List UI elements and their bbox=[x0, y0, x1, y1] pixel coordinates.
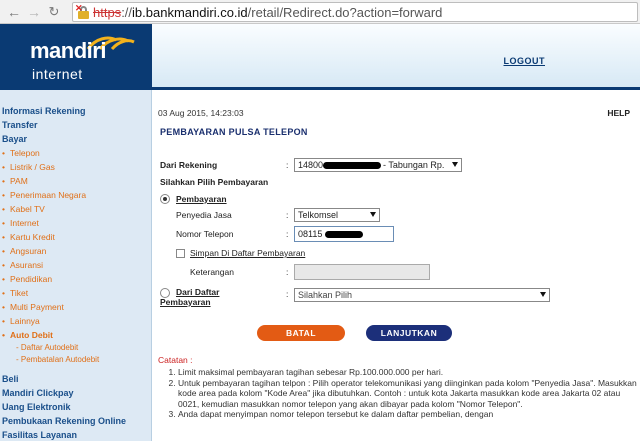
keterangan-input[interactable] bbox=[294, 264, 430, 280]
help-link[interactable]: HELP bbox=[607, 108, 630, 118]
row-dari-daftar: Dari Daftar Pembayaran : Silahkan Pilih bbox=[158, 287, 550, 309]
page-title: PEMBAYARAN PULSA TELEPON bbox=[160, 127, 308, 137]
mandiri-logo[interactable]: mandiri internet bbox=[0, 24, 152, 90]
sidebar-item-daftar-autodebit[interactable]: - Daftar Autodebit bbox=[0, 342, 151, 354]
dari-rekening-select[interactable]: 14800- Tabungan Rp. bbox=[294, 158, 462, 172]
sidebar-item-kartu-kredit[interactable]: • Kartu Kredit bbox=[0, 230, 151, 244]
sidebar-item-penerimaan-negara[interactable]: • Penerimaan Negara bbox=[0, 188, 151, 202]
main-content: 03 Aug 2015, 14:23:03 HELP PEMBAYARAN PU… bbox=[152, 90, 640, 441]
forward-arrow-icon[interactable]: → bbox=[26, 4, 42, 20]
sidebar-item-angsuran[interactable]: • Angsuran bbox=[0, 244, 151, 258]
row-silahkan-pilih: Silahkan Pilih Pembayaran bbox=[158, 174, 550, 190]
sidebar-item-tiket[interactable]: • Tiket bbox=[0, 286, 151, 300]
back-arrow-icon[interactable]: ← bbox=[6, 4, 22, 20]
colon: : bbox=[286, 160, 289, 170]
pembayaran-radio[interactable] bbox=[160, 194, 170, 204]
lanjutkan-button[interactable]: LANJUTKAN bbox=[366, 325, 452, 341]
batal-button[interactable]: BATAL bbox=[257, 325, 345, 341]
insecure-lock-icon[interactable]: ✕ bbox=[75, 3, 90, 19]
sidebar-item-pembatalan-autodebit[interactable]: - Pembatalan Autodebit bbox=[0, 354, 151, 366]
sidebar-item-uang-elektronik[interactable]: Uang Elektronik bbox=[0, 400, 151, 414]
notes-heading: Catatan : bbox=[158, 355, 193, 365]
dari-daftar-label: Dari Daftar Pembayaran bbox=[160, 287, 220, 307]
sidebar-item-auto-debit[interactable]: • Auto Debit bbox=[0, 328, 151, 342]
sidebar: Informasi Rekening Transfer Bayar • Telep… bbox=[0, 90, 152, 441]
sidebar-item-internet[interactable]: • Internet bbox=[0, 216, 151, 230]
header-banner: LOGOUT bbox=[152, 24, 640, 90]
simpan-label: Simpan Di Daftar Pembayaran bbox=[190, 248, 306, 258]
reload-icon[interactable]: ↻ bbox=[46, 4, 62, 20]
row-nomor-telepon: Nomor Telepon : 08115 bbox=[158, 226, 550, 242]
colon: : bbox=[286, 267, 289, 277]
brand-sub: internet bbox=[32, 66, 83, 82]
sidebar-item-lainnya[interactable]: • Lainnya bbox=[0, 314, 151, 328]
url-scheme: https bbox=[93, 4, 122, 20]
sidebar-item-beli[interactable]: Beli bbox=[0, 372, 151, 386]
sidebar-item-informasi-rekening[interactable]: Informasi Rekening bbox=[0, 104, 151, 118]
row-pembayaran: Pembayaran bbox=[158, 191, 550, 207]
colon: : bbox=[286, 229, 289, 239]
sidebar-item-fasilitas-layanan[interactable]: Fasilitas Layanan bbox=[0, 428, 151, 441]
row-keterangan: Keterangan : bbox=[158, 264, 550, 280]
nomor-telepon-input[interactable]: 08115 bbox=[294, 226, 394, 242]
penyedia-jasa-select[interactable]: Telkomsel bbox=[294, 208, 380, 222]
note-item: Limit maksimal pembayaran tagihan sebesa… bbox=[178, 367, 638, 378]
browser-toolbar: ← → ↻ ✕ https://ib.bankmandiri.co.id/ret… bbox=[0, 0, 640, 24]
row-simpan: Simpan Di Daftar Pembayaran bbox=[158, 245, 550, 261]
url-path: /retail/Redirect.do?action=forward bbox=[247, 4, 443, 20]
site-header: mandiri internet LOGOUT bbox=[0, 24, 640, 90]
silahkan-pilih-label: Silahkan Pilih Pembayaran bbox=[160, 177, 269, 187]
dari-rekening-label: Dari Rekening bbox=[160, 160, 218, 170]
nomor-telepon-label: Nomor Telepon bbox=[176, 229, 234, 239]
chevron-down-icon bbox=[370, 212, 376, 217]
note-item: Untuk pembayaran tagihan telpon : Pilih … bbox=[178, 378, 638, 410]
penyedia-jasa-label: Penyedia Jasa bbox=[176, 210, 232, 220]
sidebar-item-transfer[interactable]: Transfer bbox=[0, 118, 151, 132]
colon: : bbox=[286, 289, 289, 299]
session-datetime: 03 Aug 2015, 14:23:03 bbox=[158, 108, 244, 118]
simpan-checkbox[interactable] bbox=[176, 248, 185, 258]
keterangan-label: Keterangan bbox=[190, 267, 234, 277]
sidebar-item-bayar[interactable]: Bayar bbox=[0, 132, 151, 146]
sidebar-item-pam[interactable]: • PAM bbox=[0, 174, 151, 188]
url-host: ib.bankmandiri.co.id bbox=[132, 4, 248, 20]
sidebar-item-multi-payment[interactable]: • Multi Payment bbox=[0, 300, 151, 314]
dari-daftar-select[interactable]: Silahkan Pilih bbox=[294, 288, 550, 302]
sidebar-item-asuransi[interactable]: • Asuransi bbox=[0, 258, 151, 272]
row-dari-rekening: Dari Rekening : 14800- Tabungan Rp. bbox=[158, 157, 550, 173]
chevron-down-icon bbox=[452, 162, 458, 167]
sidebar-item-kabel-tv[interactable]: • Kabel TV bbox=[0, 202, 151, 216]
address-bar[interactable]: ✕ https://ib.bankmandiri.co.id/retail/Re… bbox=[72, 2, 638, 22]
chevron-down-icon bbox=[540, 292, 546, 297]
note-item: Anda dapat menyimpan nomor telepon terse… bbox=[178, 409, 638, 420]
brand-name: mandiri bbox=[30, 38, 106, 63]
sidebar-item-telepon[interactable]: • Telepon bbox=[0, 146, 151, 160]
sidebar-item-listrik[interactable]: • Listrik / Gas bbox=[0, 160, 151, 174]
logout-link[interactable]: LOGOUT bbox=[504, 56, 546, 66]
sidebar-item-clickpay[interactable]: Mandiri Clickpay bbox=[0, 386, 151, 400]
pembayaran-label: Pembayaran bbox=[176, 194, 227, 204]
row-penyedia-jasa: Penyedia Jasa : Telkomsel bbox=[158, 207, 550, 223]
colon: : bbox=[286, 210, 289, 220]
notes-section: Catatan : Limit maksimal pembayaran tagi… bbox=[158, 355, 638, 420]
sidebar-item-pembukaan-rekening[interactable]: Pembukaan Rekening Online bbox=[0, 414, 151, 428]
sidebar-item-pendidikan[interactable]: • Pendidikan bbox=[0, 272, 151, 286]
